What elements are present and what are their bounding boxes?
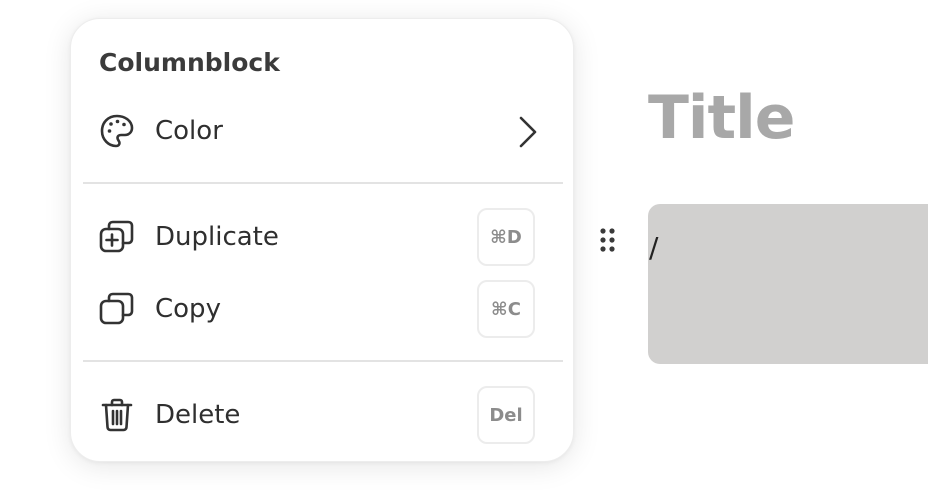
menu-item-color[interactable]: Color xyxy=(83,102,563,160)
menu-item-duplicate[interactable]: Duplicate ⌘D xyxy=(83,208,563,266)
shortcut-badge: ⌘D xyxy=(477,208,535,266)
trash-icon xyxy=(99,397,135,433)
palette-icon xyxy=(99,113,135,149)
chevron-right-icon xyxy=(515,115,539,149)
menu-item-label: Duplicate xyxy=(155,222,279,252)
duplicate-icon xyxy=(99,219,135,255)
menu-item-delete[interactable]: Delete Del xyxy=(83,386,563,444)
menu-item-label: Copy xyxy=(155,294,221,324)
shortcut-badge: ⌘C xyxy=(477,280,535,338)
shortcut-badge: Del xyxy=(477,386,535,444)
block-context-menu: Columnblock Color Duplicate ⌘D Copy ⌘C D… xyxy=(70,18,574,462)
menu-divider xyxy=(83,360,563,362)
column-block[interactable] xyxy=(648,204,928,364)
copy-icon xyxy=(99,291,135,327)
menu-item-label: Color xyxy=(155,116,223,146)
drag-handle-icon[interactable] xyxy=(596,226,620,256)
menu-item-label: Delete xyxy=(155,400,241,430)
menu-divider xyxy=(83,182,563,184)
menu-item-copy[interactable]: Copy ⌘C xyxy=(83,280,563,338)
menu-header: Columnblock xyxy=(99,48,280,77)
block-text[interactable]: / xyxy=(649,228,658,268)
page: Title / Columnblock Color Duplicate ⌘D C… xyxy=(0,0,928,490)
page-title[interactable]: Title xyxy=(648,82,795,154)
